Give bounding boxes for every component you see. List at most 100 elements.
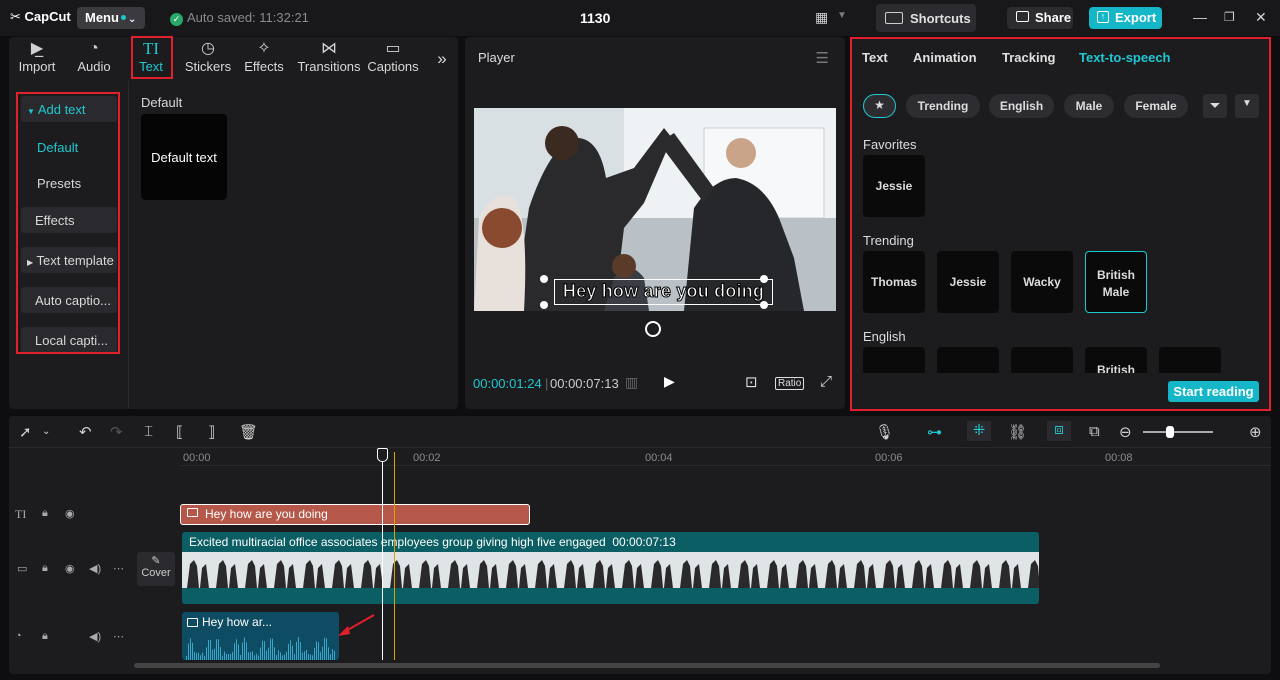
- text-clip[interactable]: Hey how are you doing: [180, 504, 530, 525]
- chevron-down-icon[interactable]: ⌄: [42, 426, 50, 437]
- waveform-bar: [200, 655, 201, 660]
- fullscreen-icon[interactable]: ⤢: [820, 373, 832, 390]
- filter-icon[interactable]: ⏷: [1203, 94, 1227, 118]
- microphone-icon[interactable]: 🎙: [875, 423, 894, 441]
- waveform-bar: [242, 642, 243, 660]
- playhead-handle[interactable]: [377, 448, 388, 462]
- voice-card-selected[interactable]: British Male: [1085, 251, 1147, 313]
- ratio-button[interactable]: Ratio: [775, 377, 805, 390]
- undo-icon[interactable]: ↶: [79, 423, 92, 441]
- autosave-text: Auto saved: 11:32:21: [187, 10, 309, 25]
- auto-snap-icon[interactable]: ⁜: [967, 421, 991, 441]
- cover-button[interactable]: ✎ Cover: [137, 552, 175, 586]
- notification-dot: [120, 15, 126, 20]
- tab-text[interactable]: Text: [862, 50, 888, 65]
- filter-english[interactable]: English: [989, 94, 1054, 118]
- resize-handle[interactable]: [540, 275, 548, 283]
- playhead[interactable]: [382, 450, 383, 660]
- waveform-bar: [334, 650, 335, 660]
- menu-button[interactable]: Menu ⌄: [77, 7, 145, 29]
- lock-icon[interactable]: 🔒︎: [42, 630, 48, 643]
- export-label: Export: [1115, 10, 1157, 25]
- tts-audio-clip[interactable]: Hey how ar...: [182, 612, 339, 660]
- tab-text-to-speech[interactable]: Text-to-speech: [1079, 50, 1171, 65]
- split-icon[interactable]: ⌶: [144, 423, 153, 440]
- eye-icon[interactable]: ◉: [65, 507, 75, 520]
- close-icon[interactable]: ✕: [1255, 9, 1267, 26]
- redo-icon[interactable]: ↷: [110, 423, 123, 441]
- share-button[interactable]: Share: [1007, 7, 1073, 29]
- voice-card[interactable]: Thomas: [863, 251, 925, 313]
- voice-card[interactable]: Jessie: [937, 251, 999, 313]
- frames-icon[interactable]: ▥: [625, 374, 638, 391]
- preview-axis-icon[interactable]: ⧈: [1047, 421, 1071, 441]
- filter-female[interactable]: Female: [1124, 94, 1188, 118]
- video-clip[interactable]: Excited multiracial office associates em…: [182, 532, 1039, 604]
- voice-card[interactable]: Jessie: [863, 155, 925, 217]
- tab-tracking[interactable]: Tracking: [1002, 50, 1055, 65]
- tool-import[interactable]: ▶̲ Import: [11, 39, 63, 74]
- chevron-down-icon[interactable]: ▼: [1235, 94, 1259, 118]
- shortcuts-button[interactable]: Shortcuts: [876, 4, 976, 32]
- default-text-card[interactable]: Default text: [141, 114, 227, 200]
- main-track-magnet-icon[interactable]: ⊶: [927, 423, 942, 441]
- tool-audio[interactable]: ◔ Audio: [68, 39, 120, 74]
- minimize-icon[interactable]: —: [1193, 9, 1207, 25]
- waveform-bar: [268, 647, 269, 660]
- voice-card[interactable]: British: [1085, 347, 1147, 373]
- more-icon[interactable]: ⋯: [113, 630, 124, 643]
- select-cursor-icon[interactable]: ➚: [19, 423, 32, 441]
- hamburger-icon[interactable]: ☰: [816, 49, 829, 67]
- zoom-in-icon[interactable]: ⊕: [1249, 423, 1262, 441]
- highlight-box: [131, 36, 173, 79]
- resize-handle[interactable]: [540, 301, 548, 309]
- rotate-handle-icon[interactable]: [645, 321, 661, 337]
- filter-trending[interactable]: Trending: [906, 94, 980, 118]
- voice-card[interactable]: [1159, 347, 1221, 373]
- zoom-fit-icon[interactable]: ⊡: [745, 373, 758, 391]
- video-preview[interactable]: Hey how are you doing: [474, 108, 836, 311]
- waveform-bar: [254, 655, 255, 660]
- eye-icon[interactable]: ◉: [65, 562, 75, 575]
- tool-transitions[interactable]: ⋈ Transitions: [294, 39, 364, 74]
- tool-label: Stickers: [184, 59, 232, 74]
- speaker-icon[interactable]: ◀): [89, 562, 101, 575]
- chevron-down-icon[interactable]: ▼: [837, 10, 847, 21]
- favorites-filter-star-icon[interactable]: ★: [863, 94, 896, 118]
- lock-icon[interactable]: 🔒︎: [42, 507, 48, 520]
- caption-selection-box[interactable]: Hey how are you doing: [554, 279, 773, 305]
- play-icon[interactable]: ▶: [664, 373, 675, 390]
- import-icon: ▶̲: [30, 40, 44, 57]
- link-icon[interactable]: ⛓: [1008, 423, 1027, 441]
- resize-handle[interactable]: [760, 275, 768, 283]
- voice-card[interactable]: [1011, 347, 1073, 373]
- filter-male[interactable]: Male: [1064, 94, 1114, 118]
- waveform-bar: [292, 645, 293, 660]
- zoom-slider-track[interactable]: [1143, 431, 1213, 433]
- export-button[interactable]: ↑ Export: [1089, 7, 1162, 29]
- tool-effects[interactable]: ✧ Effects: [238, 39, 290, 74]
- zoom-slider-thumb[interactable]: [1166, 426, 1174, 438]
- voice-card[interactable]: Wacky: [1011, 251, 1073, 313]
- layout-icon[interactable]: ▦: [815, 9, 828, 26]
- waveform-bar: [236, 639, 237, 660]
- more-tools-icon[interactable]: »: [429, 49, 455, 69]
- lock-icon[interactable]: 🔒︎: [42, 562, 48, 575]
- delete-right-icon[interactable]: ⟧: [208, 423, 215, 441]
- resize-handle[interactable]: [760, 301, 768, 309]
- trash-icon[interactable]: 🗑: [239, 423, 258, 441]
- voice-card[interactable]: [863, 347, 925, 373]
- zoom-out-icon[interactable]: ⊖: [1119, 423, 1132, 441]
- voice-card[interactable]: [937, 347, 999, 373]
- tool-captions[interactable]: ▭ Captions: [365, 39, 421, 74]
- delete-left-icon[interactable]: ⟦: [176, 423, 183, 441]
- more-icon[interactable]: ⋯: [113, 562, 124, 575]
- tab-animation[interactable]: Animation: [913, 50, 977, 65]
- start-reading-button[interactable]: Start reading: [1168, 381, 1259, 402]
- caption-text[interactable]: Hey how are you doing: [555, 281, 772, 302]
- preview-toggle-icon[interactable]: ⧉: [1089, 423, 1100, 440]
- speaker-icon[interactable]: ◀): [89, 630, 101, 643]
- tool-stickers[interactable]: ◷ Stickers: [182, 39, 234, 74]
- restore-icon[interactable]: ❐: [1224, 10, 1235, 24]
- timeline-scrollbar[interactable]: [134, 663, 1160, 668]
